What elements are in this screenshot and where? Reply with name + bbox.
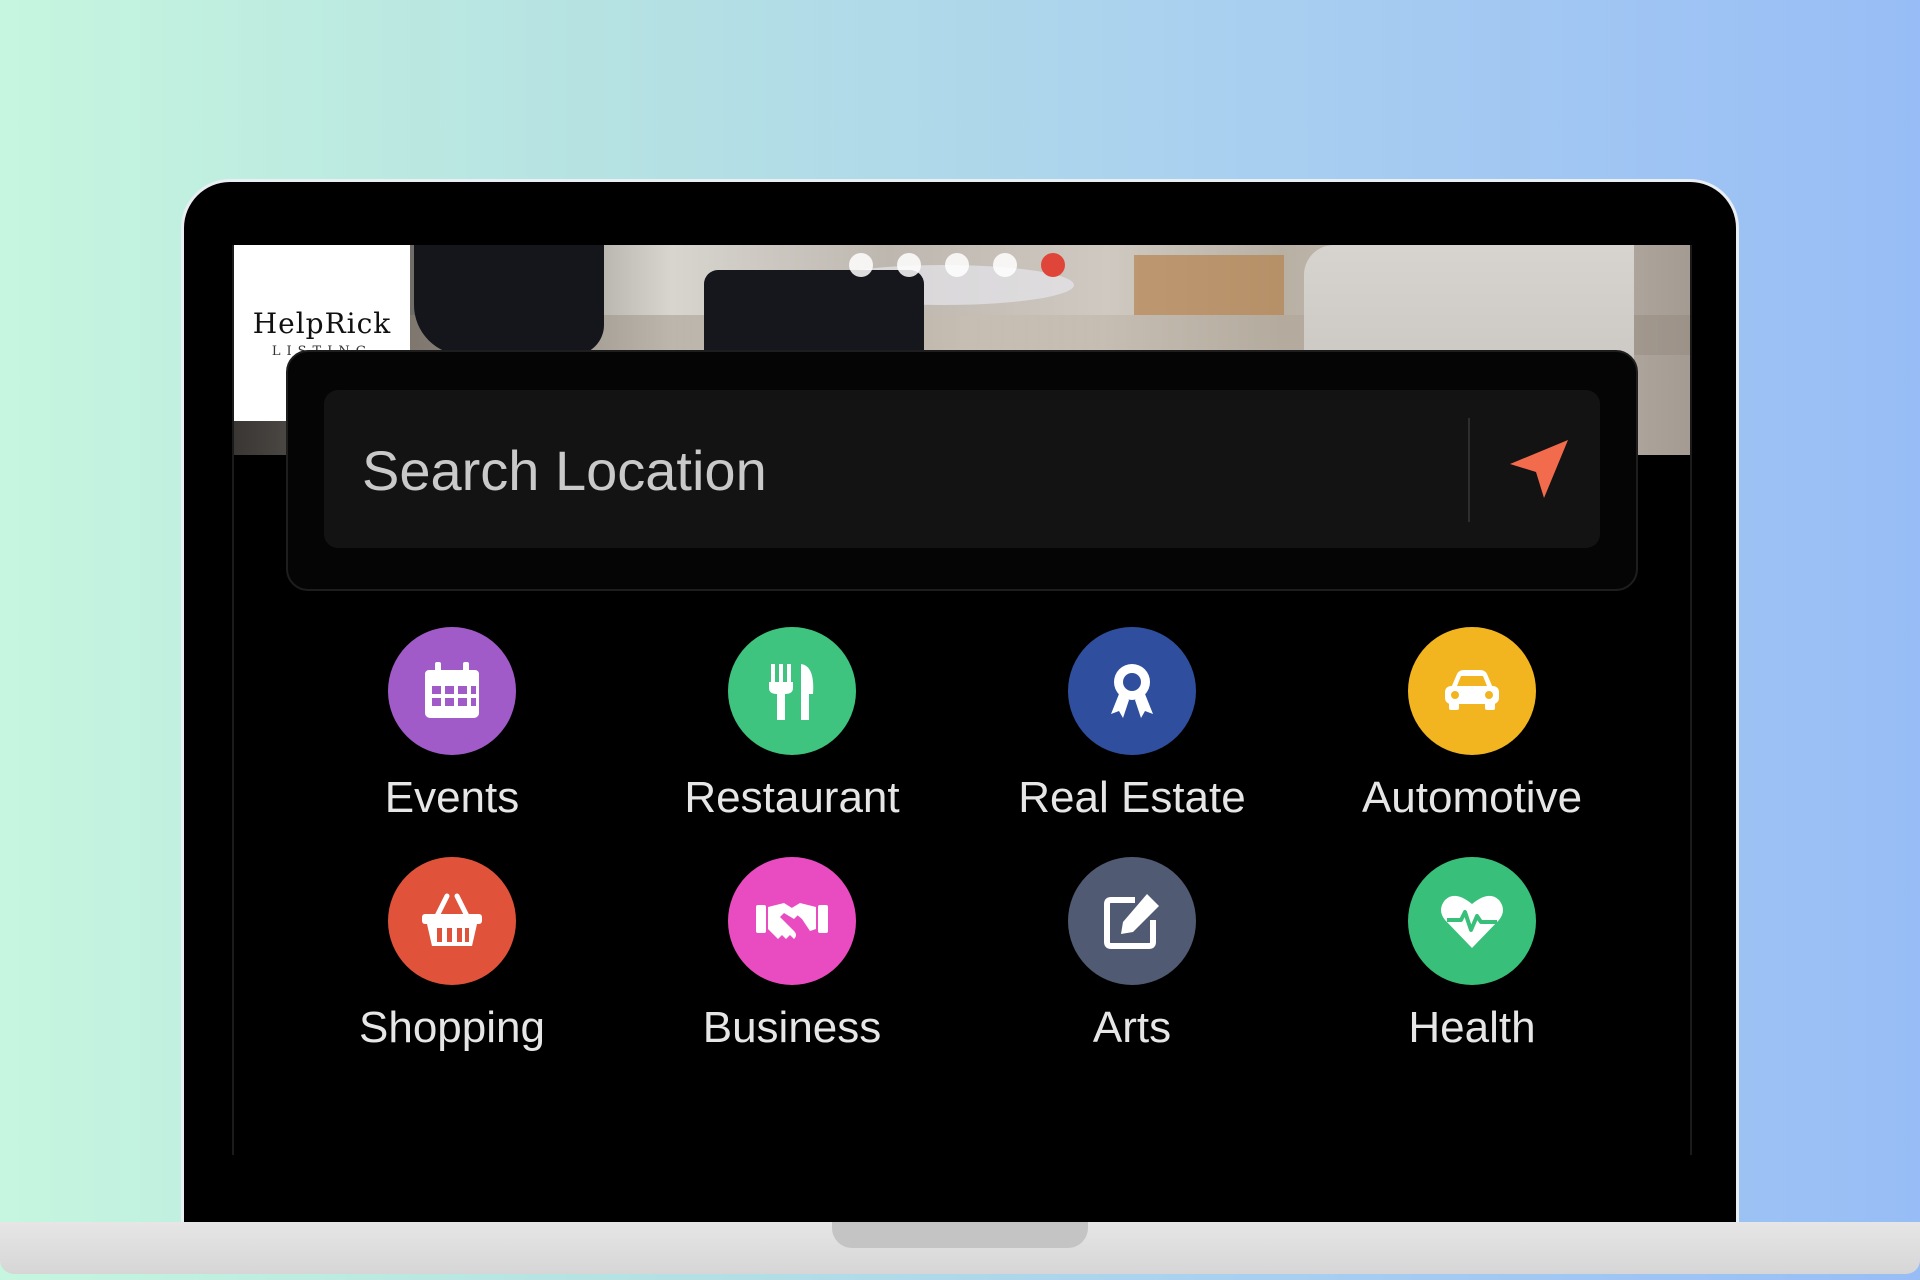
laptop-frame: HelpRick LISTING [184,182,1736,1222]
carousel-dots [849,253,1065,277]
navigation-arrow-icon [1510,440,1568,498]
carousel-dot[interactable] [993,253,1017,277]
laptop-notch [832,1222,1088,1248]
category-label: Shopping [359,1003,545,1052]
heartbeat-icon [1408,857,1536,985]
category-label: Restaurant [684,773,900,822]
category-events[interactable]: Events [282,627,622,823]
logo-brand: HelpRick [252,307,392,340]
app-screen: HelpRick LISTING [232,245,1692,1155]
carousel-dot[interactable] [897,253,921,277]
divider [1468,418,1470,522]
carousel-dot[interactable] [945,253,969,277]
edit-icon [1068,857,1196,985]
category-restaurant[interactable]: Restaurant [622,627,962,823]
carousel-dot[interactable] [849,253,873,277]
locate-button[interactable] [1484,410,1594,528]
award-ribbon-icon [1068,627,1196,755]
category-label: Real Estate [1018,773,1246,822]
category-label: Automotive [1361,773,1583,822]
search-location-input[interactable] [360,422,1444,518]
category-automotive[interactable]: Automotive [1302,627,1642,823]
category-business[interactable]: Business [622,857,962,1053]
fork-knife-icon [728,627,856,755]
handshake-icon [728,857,856,985]
category-grid: Events Restaurant Real Estate Automotive… [282,627,1642,1053]
car-icon [1408,627,1536,755]
basket-icon [388,857,516,985]
category-health[interactable]: Health [1302,857,1642,1053]
carousel-dot-active[interactable] [1041,253,1065,277]
category-label: Events [384,773,520,822]
category-real-estate[interactable]: Real Estate [962,627,1302,823]
category-arts[interactable]: Arts [962,857,1302,1053]
category-label: Arts [1092,1003,1172,1052]
category-label: Health [1408,1003,1536,1052]
category-shopping[interactable]: Shopping [282,857,622,1053]
calendar-icon [388,627,516,755]
category-label: Business [702,1003,882,1052]
search-box [324,390,1600,548]
search-panel [286,350,1638,591]
